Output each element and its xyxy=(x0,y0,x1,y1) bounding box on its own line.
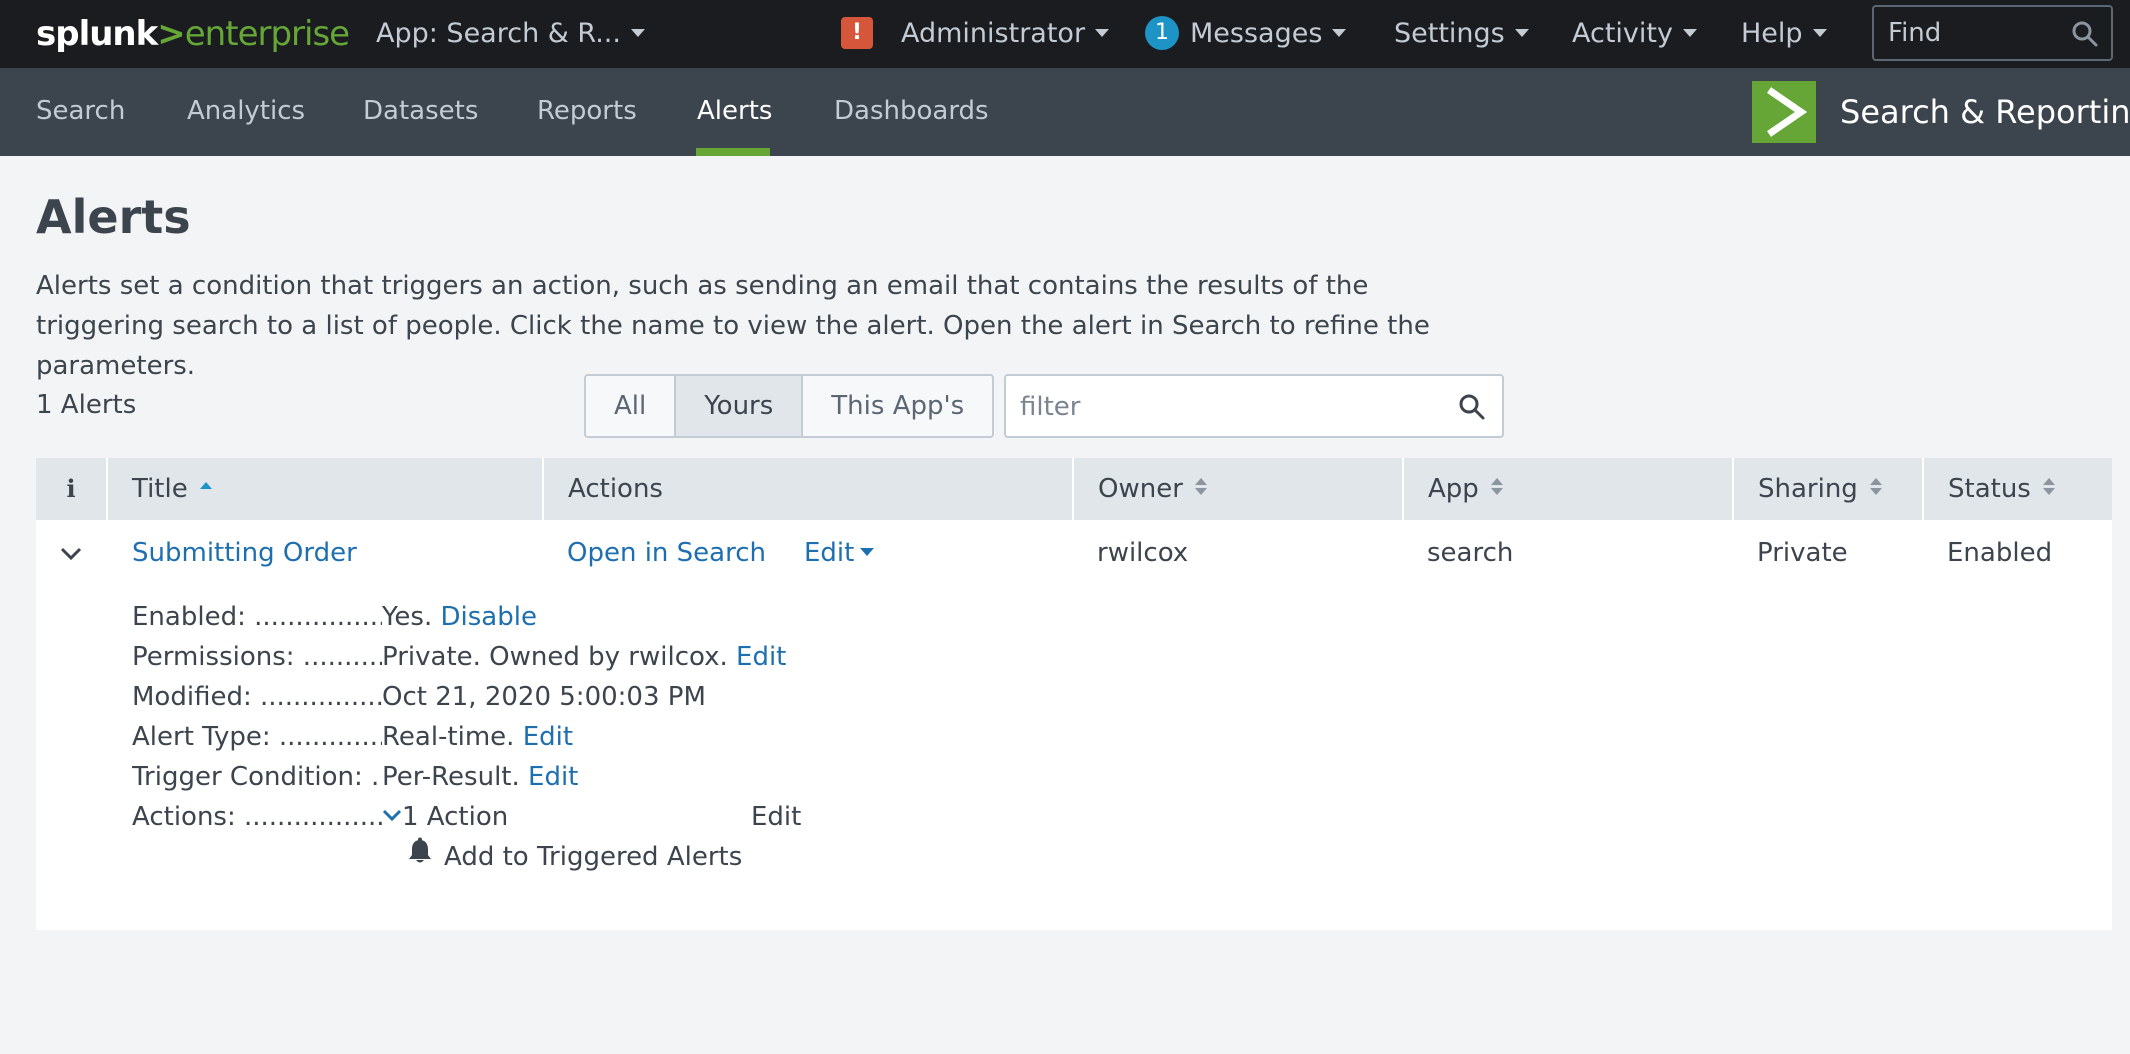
app-name[interactable]: Search & Reporting xyxy=(1840,93,2130,131)
status-cell: Enabled xyxy=(1947,538,2053,568)
top-bar: splunk>enterprise App: Search & R... ! A… xyxy=(0,0,2130,68)
alert-type-value-row: Real-time. Edit xyxy=(382,722,574,752)
action-item-label: Add to Triggered Alerts xyxy=(444,842,743,872)
app-menu-label: App: Search & R... xyxy=(376,18,621,49)
alert-title-link[interactable]: Submitting Order xyxy=(132,538,357,568)
filter-input[interactable] xyxy=(1020,388,1420,426)
edit-menu[interactable]: Edit xyxy=(804,538,875,568)
filter-yours-button[interactable]: Yours xyxy=(676,376,804,436)
caret-down-icon xyxy=(1514,28,1529,37)
permissions-value-row: Private. Owned by rwilcox. Edit xyxy=(382,642,787,672)
activity-menu[interactable]: Activity xyxy=(1572,18,1697,49)
info-icon: i xyxy=(66,474,76,503)
settings-menu[interactable]: Settings xyxy=(1394,18,1529,49)
alerts-table: i Title Actions Owner App Sharing Status… xyxy=(36,458,2112,930)
column-header-status[interactable]: Status xyxy=(1924,458,2112,520)
edit-actions-link[interactable]: Edit xyxy=(751,802,801,832)
messages-menu-label: Messages xyxy=(1190,18,1323,49)
sort-icon xyxy=(2042,478,2055,495)
messages-menu[interactable]: Messages xyxy=(1190,18,1347,49)
permissions-label: Permissions: ...........................… xyxy=(132,642,382,672)
column-header-actions: Actions xyxy=(544,458,1074,520)
action-item: Add to Triggered Alerts xyxy=(406,837,743,872)
edit-permissions-link[interactable]: Edit xyxy=(736,642,786,672)
collapse-row-icon[interactable] xyxy=(60,546,82,565)
enabled-label: Enabled: .............................. xyxy=(132,602,382,632)
column-header-title[interactable]: Title xyxy=(108,458,544,520)
find-box xyxy=(1872,5,2113,61)
filter-box xyxy=(1004,374,1504,438)
bell-icon xyxy=(406,837,434,872)
sort-icon xyxy=(1194,478,1207,495)
disable-link[interactable]: Disable xyxy=(441,602,537,632)
search-icon[interactable] xyxy=(1458,393,1486,425)
caret-down-icon xyxy=(1095,28,1110,37)
sharing-cell: Private xyxy=(1757,538,1848,568)
caret-down-icon xyxy=(860,547,875,556)
table-header: i Title Actions Owner App Sharing Status xyxy=(36,458,2112,520)
column-header-app[interactable]: App xyxy=(1404,458,1734,520)
actions-label: Actions: .............................. xyxy=(132,802,382,832)
tab-datasets[interactable]: Datasets xyxy=(363,96,478,126)
tab-dashboards[interactable]: Dashboards xyxy=(834,96,989,126)
actions-toggle[interactable]: 1 Action xyxy=(382,802,508,832)
modified-label: Modified: .............................. xyxy=(132,682,382,712)
settings-menu-label: Settings xyxy=(1394,18,1505,49)
tab-alerts[interactable]: Alerts xyxy=(697,96,772,126)
alert-badge[interactable]: ! xyxy=(841,17,873,49)
caret-down-icon xyxy=(630,28,645,37)
page-title: Alerts xyxy=(36,190,191,244)
app-cell: search xyxy=(1427,538,1514,568)
edit-trigger-link[interactable]: Edit xyxy=(528,762,578,792)
tab-analytics[interactable]: Analytics xyxy=(187,96,305,126)
active-tab-indicator xyxy=(696,148,770,156)
app-menu[interactable]: App: Search & R... xyxy=(376,18,645,49)
filter-all-button[interactable]: All xyxy=(586,376,677,436)
trigger-condition-label: Trigger Condition: .....................… xyxy=(132,762,382,792)
owner-cell: rwilcox xyxy=(1097,538,1189,568)
alerts-count: 1 Alerts xyxy=(36,390,137,420)
chevron-right-icon xyxy=(1752,81,1816,143)
caret-down-icon xyxy=(1332,28,1347,37)
sort-icon xyxy=(1490,478,1503,495)
help-menu[interactable]: Help xyxy=(1741,18,1827,49)
tab-reports[interactable]: Reports xyxy=(537,96,637,126)
search-icon[interactable] xyxy=(2071,20,2099,52)
column-header-info: i xyxy=(36,458,108,520)
tab-search[interactable]: Search xyxy=(36,96,125,126)
trigger-condition-value-row: Per-Result. Edit xyxy=(382,762,579,792)
user-menu[interactable]: Administrator xyxy=(901,18,1110,49)
chevron-down-icon xyxy=(382,800,402,830)
caret-down-icon xyxy=(1812,28,1827,37)
sort-ascending-icon xyxy=(199,481,212,492)
find-input[interactable] xyxy=(1888,15,2068,51)
sort-icon xyxy=(1869,478,1882,495)
messages-count-badge[interactable]: 1 xyxy=(1145,16,1179,50)
open-in-search-link[interactable]: Open in Search xyxy=(567,538,766,568)
activity-menu-label: Activity xyxy=(1572,18,1673,49)
ownership-filter: All Yours This App's xyxy=(584,374,995,438)
filter-this-app-button[interactable]: This App's xyxy=(803,376,993,436)
caret-down-icon xyxy=(1682,28,1697,37)
edit-alert-type-link[interactable]: Edit xyxy=(523,722,573,752)
column-header-owner[interactable]: Owner xyxy=(1074,458,1404,520)
splunk-logo[interactable]: splunk>enterprise xyxy=(36,14,350,54)
alert-type-label: Alert Type: ............................… xyxy=(132,722,382,752)
help-menu-label: Help xyxy=(1741,18,1803,49)
actions-count: 1 Action xyxy=(402,802,509,832)
column-header-sharing[interactable]: Sharing xyxy=(1734,458,1924,520)
page-description: Alerts set a condition that triggers an … xyxy=(36,271,1430,381)
modified-value: Oct 21, 2020 5:00:03 PM xyxy=(382,682,706,712)
enabled-value-row: Yes. Disable xyxy=(382,602,537,632)
user-menu-label: Administrator xyxy=(901,18,1086,49)
